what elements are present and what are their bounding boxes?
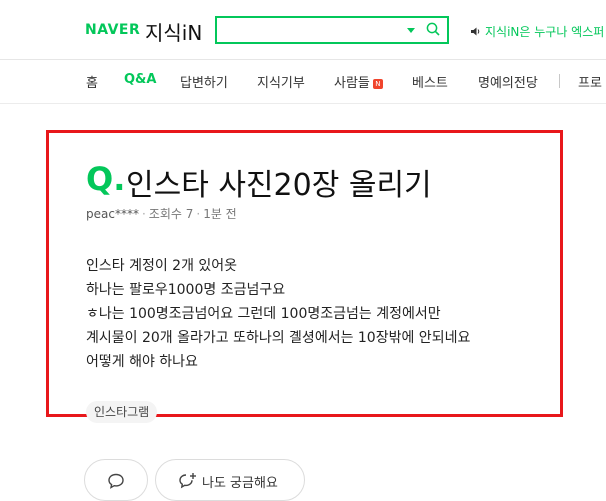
tab-people[interactable]: 사람들 N bbox=[334, 72, 383, 91]
nav-divider bbox=[0, 103, 606, 104]
main-nav: 홈 Q&A 답변하기 지식기부 사람들 N 베스트 명예의전당 프로 bbox=[0, 60, 606, 102]
body-line: ㅎ나는 100명조금넘어요 그런데 100명조금넘는 계정에서만 bbox=[86, 306, 441, 322]
comment-icon bbox=[108, 473, 124, 489]
author-name[interactable]: peac**** bbox=[86, 207, 139, 221]
speaker-icon bbox=[471, 27, 480, 36]
naver-logo[interactable]: NAVER bbox=[85, 22, 140, 38]
notice-text[interactable]: 지식iN은 누구나 엑스퍼 bbox=[485, 25, 604, 39]
curious-label: 나도 궁금해요 bbox=[202, 476, 278, 491]
curious-icon bbox=[179, 473, 196, 489]
notice-banner[interactable]: 지식iN은 누구나 엑스퍼 bbox=[470, 23, 604, 40]
search-dropdown-icon[interactable] bbox=[407, 28, 415, 33]
tag-chip[interactable]: 인스타그램 bbox=[86, 401, 158, 423]
jisikin-logo[interactable]: 지식iN bbox=[145, 17, 202, 46]
search-icon[interactable] bbox=[426, 22, 440, 36]
question-title: 인스타 사진20장 올리기 bbox=[126, 168, 432, 203]
tab-qna[interactable]: Q&A bbox=[124, 72, 156, 87]
body-line: 계시물이 20개 올라가고 또하나의 곌셩에서는 10장밖에 안되네요 bbox=[86, 330, 471, 346]
question-body: 인스타 계정이 2개 있어옷 하나는 팔로우1000명 조금넘구요 ㅎ나는 10… bbox=[86, 254, 470, 374]
meta-separator: · bbox=[196, 207, 201, 221]
tab-people-label: 사람들 bbox=[334, 76, 370, 91]
search-input[interactable] bbox=[215, 16, 449, 44]
body-line: 하나는 팔로우1000명 조금넘구요 bbox=[86, 282, 286, 298]
tab-donate[interactable]: 지식기부 bbox=[257, 72, 305, 91]
tab-hall-of-fame[interactable]: 명예의전당 bbox=[478, 72, 538, 91]
tab-home[interactable]: 홈 bbox=[86, 72, 98, 91]
tab-answer[interactable]: 답변하기 bbox=[180, 72, 228, 91]
meta-separator: · bbox=[141, 207, 146, 221]
curious-button[interactable]: 나도 궁금해요 bbox=[155, 459, 305, 501]
body-line: 인스타 계정이 2개 있어옷 bbox=[86, 258, 238, 274]
comment-button[interactable] bbox=[84, 459, 148, 501]
tab-pro[interactable]: 프로 bbox=[578, 72, 602, 91]
tab-best[interactable]: 베스트 bbox=[412, 72, 448, 91]
header: NAVER 지식iN 지식iN은 누구나 엑스퍼 bbox=[0, 0, 606, 60]
question-mark: Q. bbox=[86, 160, 126, 198]
question-meta: peac**** · 조회수 7 · 1분 전 bbox=[86, 205, 237, 222]
body-line: 어떻게 해야 하나요 bbox=[86, 354, 198, 370]
post-time: 1분 전 bbox=[203, 207, 237, 221]
new-badge: N bbox=[372, 79, 383, 89]
nav-separator bbox=[559, 74, 560, 88]
view-count: 조회수 7 bbox=[148, 207, 194, 221]
